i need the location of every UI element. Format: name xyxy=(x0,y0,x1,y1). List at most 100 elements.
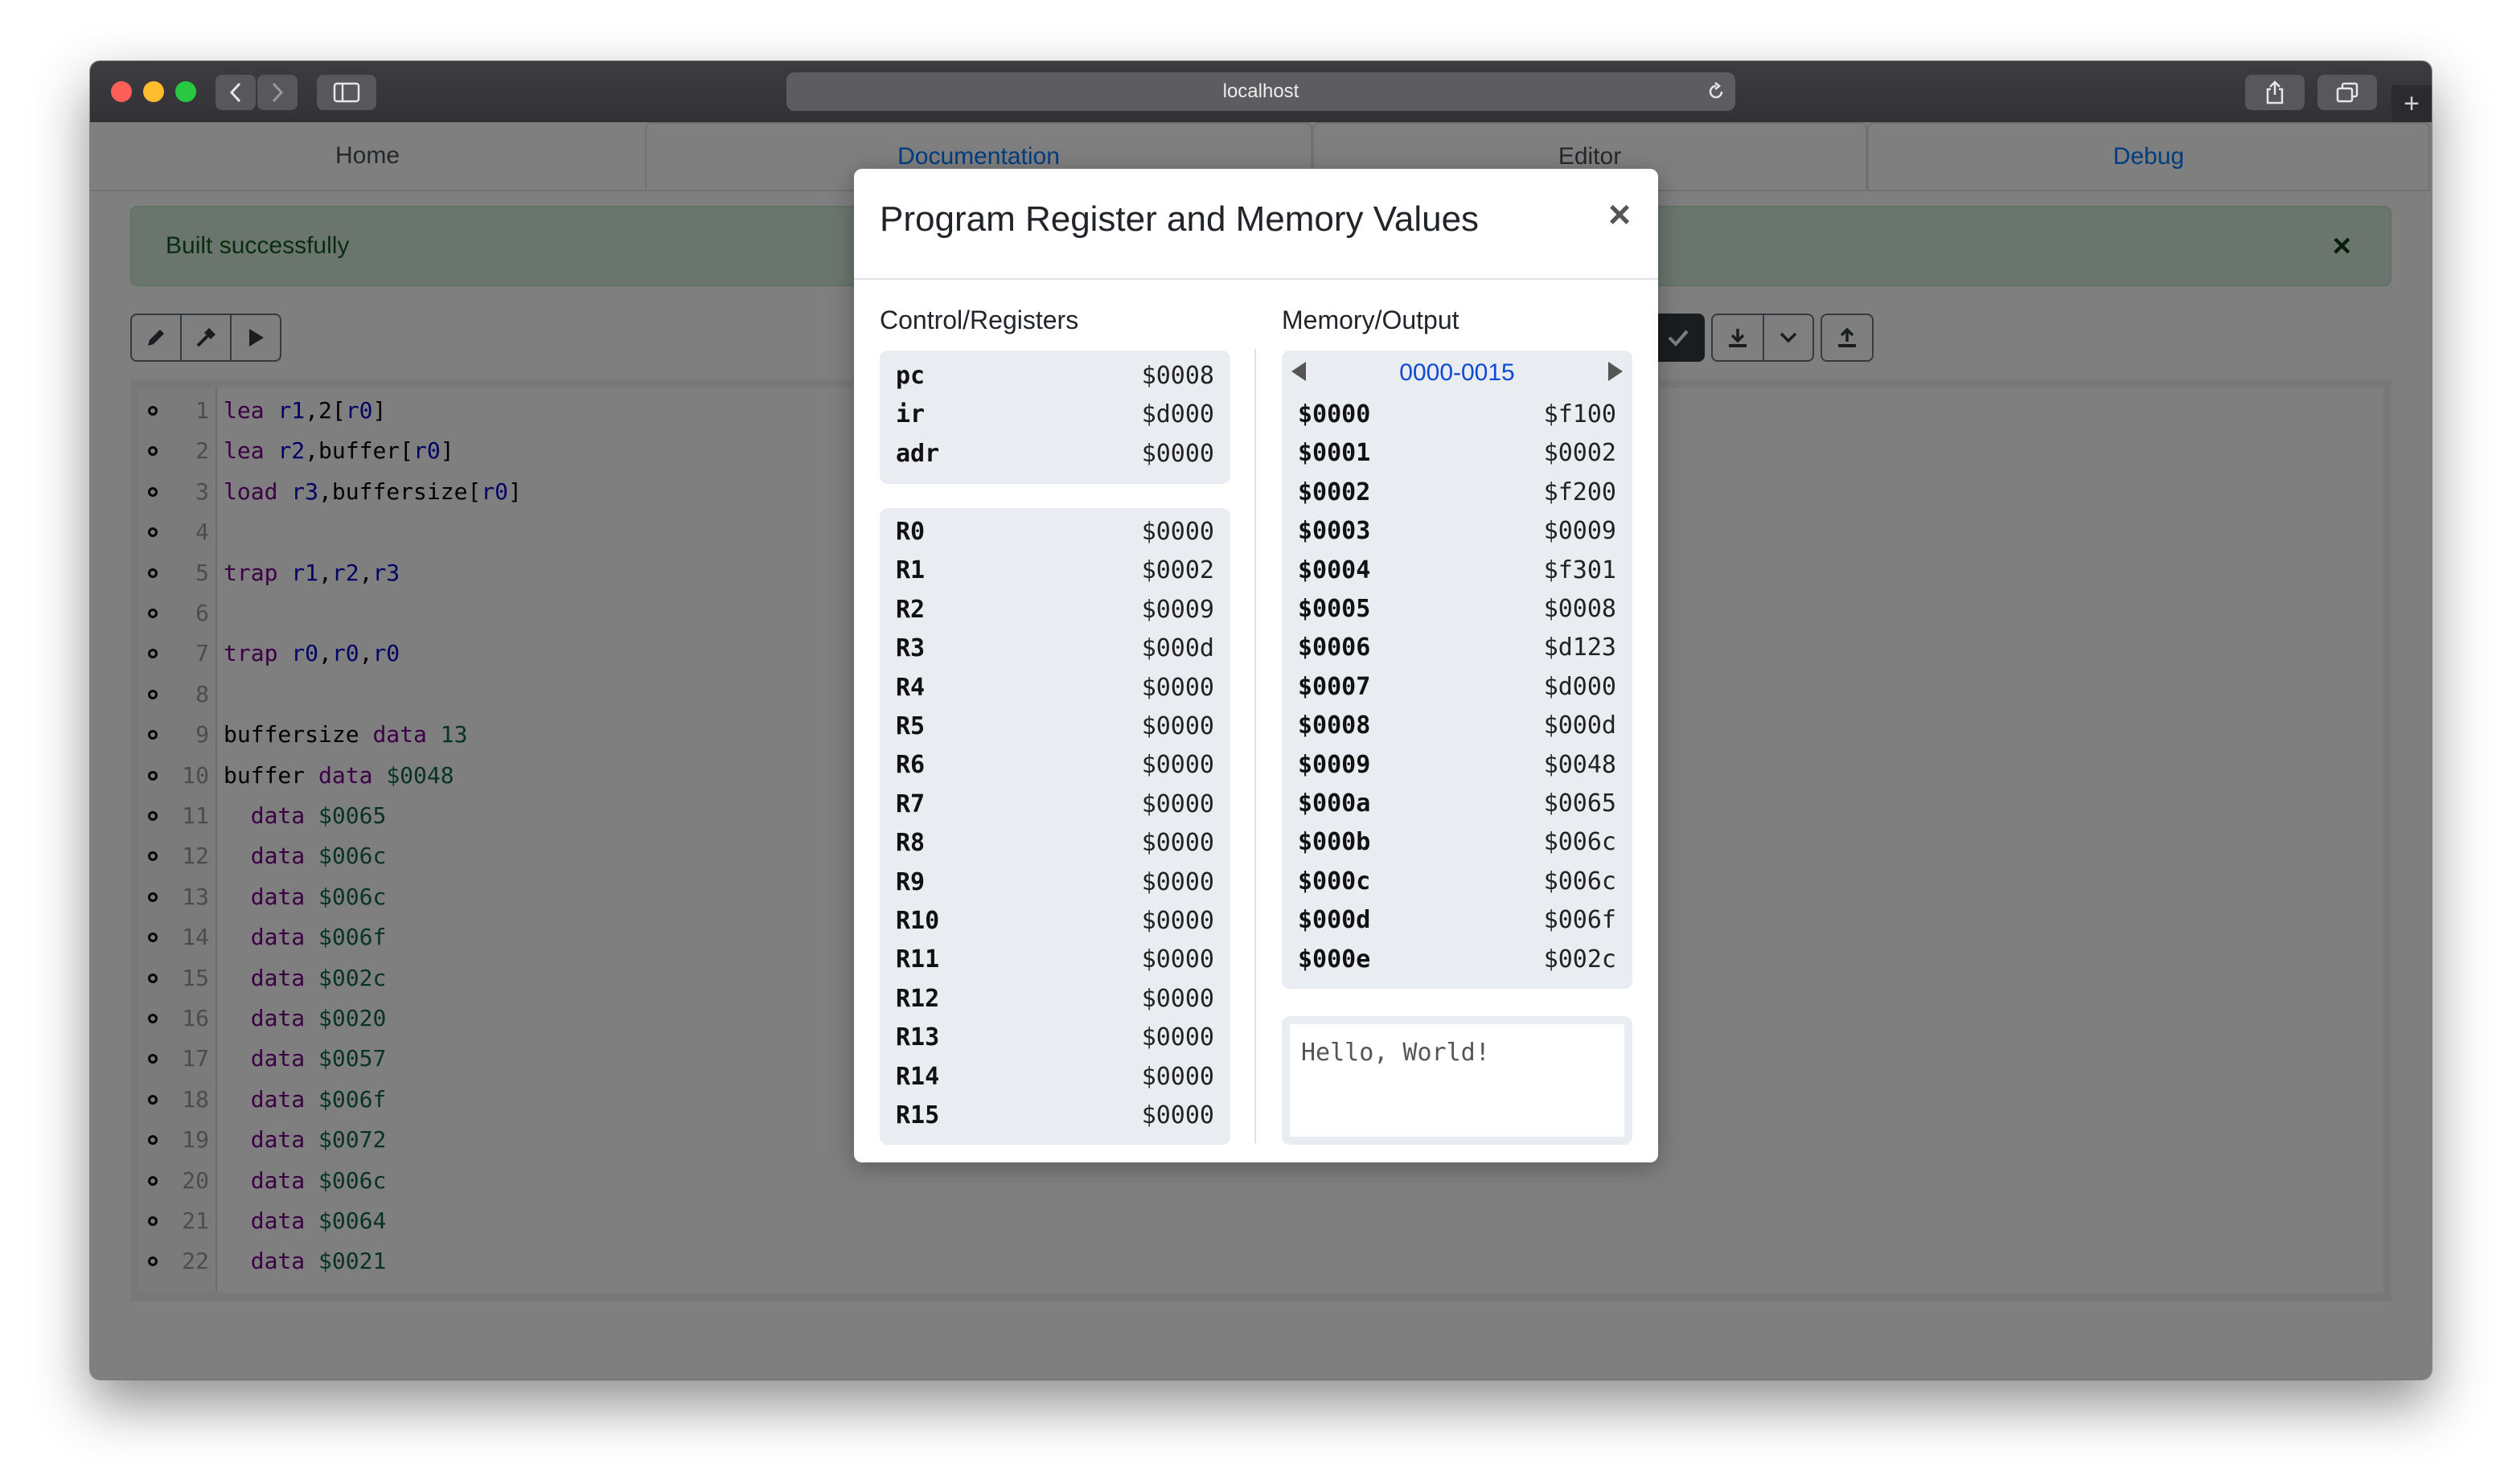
chevron-left-icon xyxy=(229,82,241,103)
register-name: R4 xyxy=(896,673,926,702)
register-row: R15 $0000 xyxy=(896,1097,1214,1135)
control-register-value: $0000 xyxy=(1141,439,1214,468)
memory-cell-value: $d000 xyxy=(1543,672,1616,701)
memory-cell-name: $000c xyxy=(1298,867,1371,896)
register-row: R10 $0000 xyxy=(896,902,1214,941)
memory-cell-row: $0003 $0009 xyxy=(1298,512,1616,551)
memory-cell-row: $0004 $f301 xyxy=(1298,551,1616,590)
control-register-value: $0008 xyxy=(1141,362,1214,390)
register-panel: R0 $0000 R1 $0002 R2 $0009 R3 $000d R4 $0000 R5 $00… xyxy=(880,508,1230,1145)
close-window-button[interactable] xyxy=(111,81,132,102)
memory-cell-value: $f200 xyxy=(1543,478,1616,506)
modal-close-button[interactable]: × xyxy=(1608,196,1631,235)
memory-cell-value: $0002 xyxy=(1543,439,1616,468)
register-value: $0000 xyxy=(1141,867,1214,896)
back-button[interactable] xyxy=(216,75,256,110)
url-text: localhost xyxy=(1222,80,1299,102)
memory-cell-row: $000e $002c xyxy=(1298,941,1616,979)
register-value: $0000 xyxy=(1141,712,1214,740)
column-divider xyxy=(1254,349,1256,1143)
register-name: R11 xyxy=(896,945,940,974)
register-row: R0 $0000 xyxy=(896,513,1214,551)
memory-range[interactable]: 0000-0015 xyxy=(1282,354,1632,392)
forward-button[interactable] xyxy=(257,75,298,110)
sidebar-icon xyxy=(333,82,360,103)
register-name: R8 xyxy=(896,829,926,858)
memory-cell-value: $0009 xyxy=(1543,517,1616,546)
memory-cell-name: $0004 xyxy=(1298,555,1371,584)
register-row: R5 $0000 xyxy=(896,707,1214,746)
register-value: $0000 xyxy=(1141,1101,1214,1129)
register-row: R9 $0000 xyxy=(896,863,1214,902)
program-output: Hello, World! xyxy=(1282,1016,1632,1145)
browser-toolbar: localhost + xyxy=(90,61,2432,124)
register-value: $0000 xyxy=(1141,829,1214,858)
tabs-icon xyxy=(2336,82,2358,103)
modal-title: Program Register and Memory Values xyxy=(880,199,1480,239)
memory-cell-value: $0048 xyxy=(1543,750,1616,779)
register-row: R6 $0000 xyxy=(896,746,1214,785)
register-row: R7 $0000 xyxy=(896,785,1214,824)
memory-next-icon[interactable] xyxy=(1608,362,1623,381)
memory-cell-row: $000b $006c xyxy=(1298,823,1616,862)
memory-cell-row: $0008 $000d xyxy=(1298,707,1616,745)
control-register-name: ir xyxy=(896,400,926,429)
register-value: $0000 xyxy=(1141,907,1214,935)
share-icon xyxy=(2266,80,2284,105)
memory-cell-name: $000a xyxy=(1298,789,1371,818)
register-value: $0002 xyxy=(1141,556,1214,585)
register-row: R1 $0002 xyxy=(896,551,1214,590)
memory-cell-row: $0000 $f100 xyxy=(1298,396,1616,434)
memory-cell-value: $006f xyxy=(1543,906,1616,935)
memory-cell-name: $000d xyxy=(1298,906,1371,935)
register-row: R11 $0000 xyxy=(896,941,1214,979)
register-value: $0000 xyxy=(1141,751,1214,780)
share-button[interactable] xyxy=(2245,75,2305,110)
memory-cell-name: $0002 xyxy=(1298,478,1371,506)
memory-cell-name: $0001 xyxy=(1298,439,1371,468)
register-memory-modal: Program Register and Memory Values × Con… xyxy=(854,169,1658,1162)
register-value: $0000 xyxy=(1141,518,1214,546)
register-value: $000d xyxy=(1141,634,1214,663)
register-name: R12 xyxy=(896,984,940,1013)
sidebar-toggle-button[interactable] xyxy=(317,75,376,110)
memory-cell-row: $0009 $0048 xyxy=(1298,746,1616,785)
address-bar[interactable]: localhost xyxy=(786,72,1735,111)
control-register-row: adr $0000 xyxy=(896,435,1214,473)
register-row: R14 $0000 xyxy=(896,1058,1214,1097)
register-row: R2 $0009 xyxy=(896,591,1214,629)
memory-cell-row: $0005 $0008 xyxy=(1298,590,1616,629)
memory-cell-value: $006c xyxy=(1543,828,1616,857)
minimize-window-button[interactable] xyxy=(143,81,164,102)
reload-icon[interactable] xyxy=(1706,82,1726,101)
memory-cell-row: $000a $0065 xyxy=(1298,785,1616,823)
memory-cell-name: $0006 xyxy=(1298,633,1371,662)
chevron-right-icon xyxy=(272,82,284,103)
control-register-row: pc $0008 xyxy=(896,357,1214,396)
register-row: R12 $0000 xyxy=(896,980,1214,1019)
register-value: $0000 xyxy=(1141,1062,1214,1091)
memory-cell-name: $0007 xyxy=(1298,672,1371,701)
control-registers-heading: Control/Registers xyxy=(880,305,1079,334)
modal-header-divider xyxy=(854,278,1658,280)
memory-cell-value: $0008 xyxy=(1543,595,1616,623)
register-row: R13 $0000 xyxy=(896,1019,1214,1057)
memory-pager: 0000-0015 xyxy=(1282,354,1632,392)
memory-cell-row: $0001 $0002 xyxy=(1298,434,1616,473)
register-value: $0000 xyxy=(1141,1023,1214,1052)
memory-cell-value: $f100 xyxy=(1543,400,1616,428)
register-name: R15 xyxy=(896,1101,940,1129)
memory-cell-name: $0003 xyxy=(1298,517,1371,546)
memory-cell-row: $000c $006c xyxy=(1298,863,1616,901)
memory-cell-value: $002c xyxy=(1543,945,1616,974)
zoom-window-button[interactable] xyxy=(175,81,196,102)
memory-cell-name: $0000 xyxy=(1298,400,1371,428)
new-tab-button[interactable]: + xyxy=(2391,85,2432,122)
memory-cell-value: $0065 xyxy=(1543,789,1616,818)
register-name: R5 xyxy=(896,712,926,740)
memory-cell-value: $f301 xyxy=(1543,555,1616,584)
tabs-overview-button[interactable] xyxy=(2317,75,2377,110)
register-name: R0 xyxy=(896,518,926,546)
register-name: R3 xyxy=(896,634,926,663)
register-value: $0009 xyxy=(1141,595,1214,624)
